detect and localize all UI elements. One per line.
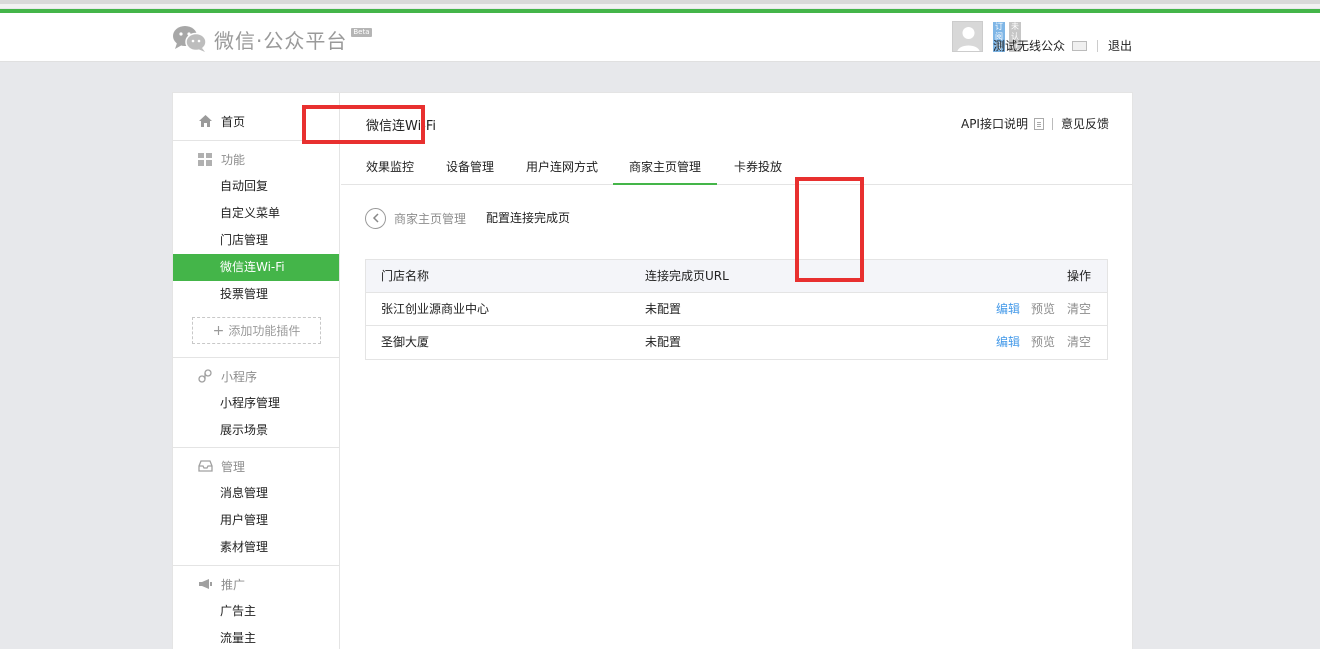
plus-icon: + (212, 322, 225, 339)
table-row: 张江创业源商业中心 未配置 编辑 预览 清空 (366, 293, 1107, 326)
sidebar-section-label: 管理 (221, 459, 246, 474)
sidebar-section-miniprogram: 小程序 小程序管理 展示场景 (173, 357, 340, 446)
sidebar-section-title: 管理 (197, 456, 245, 476)
sidebar-section-management: 管理 消息管理 用户管理 素材管理 (173, 447, 340, 563)
sidebar-home-label: 首页 (221, 114, 246, 129)
store-name: 圣御大厦 (381, 335, 430, 349)
add-plugin-label: 添加功能插件 (228, 324, 301, 338)
miniprogram-icon (197, 368, 213, 384)
chevron-left-icon (372, 213, 379, 223)
logout-link[interactable]: 退出 (1108, 37, 1132, 54)
table-row: 圣御大厦 未配置 编辑 预览 清空 (366, 326, 1107, 359)
breadcrumb-parent[interactable]: 商家主页管理 (394, 210, 466, 227)
sidebar-item-wechat-wifi[interactable]: 微信连Wi-Fi (173, 254, 339, 281)
megaphone-icon (197, 576, 213, 592)
logo[interactable]: 微信·公众平台 Beta (172, 24, 372, 54)
sidebar-section-title: 小程序 (197, 366, 257, 386)
tab-device-management[interactable]: 设备管理 (445, 157, 495, 185)
back-button[interactable] (365, 207, 386, 229)
url-status: 未配置 (645, 302, 682, 316)
feedback-link[interactable]: 意见反馈 (1061, 115, 1109, 132)
grid-icon (197, 151, 213, 167)
header: 微信·公众平台 Beta 订阅号 未认证 测试无线公众 退出 (0, 13, 1320, 62)
sidebar-item-custom-menu[interactable]: 自定义菜单 (173, 200, 339, 227)
sidebar-item-material-management[interactable]: 素材管理 (173, 534, 339, 561)
sidebar-section-features: 功能 自动回复 自定义菜单 门店管理 微信连Wi-Fi 投票管理 + 添加功能插… (173, 140, 340, 344)
document-icon[interactable] (1033, 117, 1044, 130)
sidebar-item-miniprogram-management[interactable]: 小程序管理 (173, 390, 339, 417)
home-icon (197, 113, 213, 129)
preview-link[interactable]: 预览 (1031, 326, 1055, 359)
sidebar-section-title: 功能 (197, 149, 245, 169)
clear-link[interactable]: 清空 (1067, 293, 1091, 326)
sidebar-item-store-management[interactable]: 门店管理 (173, 227, 339, 254)
column-header-actions: 操作 (1067, 269, 1092, 283)
sidebar-item-home[interactable]: 首页 (197, 111, 245, 131)
tab-bar: 效果监控 设备管理 用户连网方式 商家主页管理 卡券投放 (341, 157, 1133, 185)
tab-coupon-delivery[interactable]: 卡券投放 (733, 157, 783, 185)
tab-merchant-homepage[interactable]: 商家主页管理 (613, 157, 717, 185)
logo-text: 微信·公众平台 (214, 28, 348, 53)
highlight-box-edit (795, 177, 864, 282)
column-header-url: 连接完成页URL (645, 269, 729, 283)
avatar[interactable] (952, 21, 983, 52)
main-area: 微信连Wi-Fi API接口说明 意见反馈 效果监控 设备管理 用户连网方式 商… (341, 93, 1133, 649)
highlight-box-breadcrumb (302, 105, 425, 144)
sidebar-item-auto-reply[interactable]: 自动回复 (173, 173, 339, 200)
edit-link[interactable]: 编辑 (996, 326, 1020, 359)
top-border (0, 0, 1320, 8)
edit-link[interactable]: 编辑 (996, 293, 1020, 326)
clear-link[interactable]: 清空 (1067, 326, 1091, 359)
sidebar-section-label: 小程序 (221, 369, 258, 384)
sidebar-item-user-management[interactable]: 用户管理 (173, 507, 339, 534)
account-name[interactable]: 测试无线公众 (993, 37, 1065, 54)
link-separator (1051, 117, 1053, 130)
column-header-store: 门店名称 (381, 269, 430, 283)
user-silhouette-icon (957, 27, 980, 51)
breadcrumb: 商家主页管理 配置连接完成页 (365, 206, 570, 230)
sidebar-section-label: 推广 (221, 577, 246, 592)
sidebar-item-display-scenes[interactable]: 展示场景 (173, 417, 339, 444)
api-doc-link[interactable]: API接口说明 (961, 115, 1028, 132)
store-name: 张江创业源商业中心 (381, 302, 490, 316)
tab-connection-method[interactable]: 用户连网方式 (525, 157, 599, 185)
url-status: 未配置 (645, 335, 682, 349)
sidebar-item-message-management[interactable]: 消息管理 (173, 480, 339, 507)
store-table: 门店名称 连接完成页URL 操作 张江创业源商业中心 未配置 编辑 预览 清空 … (365, 259, 1108, 360)
sidebar: 首页 功能 自动回复 自定义菜单 门店管理 微信连Wi-Fi 投票管理 + 添加… (173, 93, 340, 649)
add-plugin-button[interactable]: + 添加功能插件 (192, 317, 321, 344)
top-links: API接口说明 意见反馈 (961, 115, 1109, 132)
sidebar-section-label: 功能 (221, 152, 246, 167)
preview-link[interactable]: 预览 (1031, 293, 1055, 326)
table-header: 门店名称 连接完成页URL 操作 (366, 260, 1107, 293)
tab-monitoring[interactable]: 效果监控 (365, 157, 415, 185)
wechat-logo-icon (173, 26, 207, 52)
breadcrumb-current: 配置连接完成页 (486, 211, 571, 225)
content-panel: 首页 功能 自动回复 自定义菜单 门店管理 微信连Wi-Fi 投票管理 + 添加… (172, 92, 1133, 649)
inbox-icon (197, 458, 213, 474)
header-divider (1097, 40, 1098, 52)
sidebar-section-title: 推广 (197, 574, 245, 594)
sidebar-section-promotion: 推广 广告主 流量主 (173, 565, 340, 649)
mail-icon[interactable] (1072, 41, 1087, 51)
beta-badge: Beta (351, 27, 372, 37)
sidebar-item-vote-management[interactable]: 投票管理 (173, 281, 339, 308)
sidebar-item-publisher[interactable]: 流量主 (173, 625, 339, 649)
sidebar-item-advertiser[interactable]: 广告主 (173, 598, 339, 625)
